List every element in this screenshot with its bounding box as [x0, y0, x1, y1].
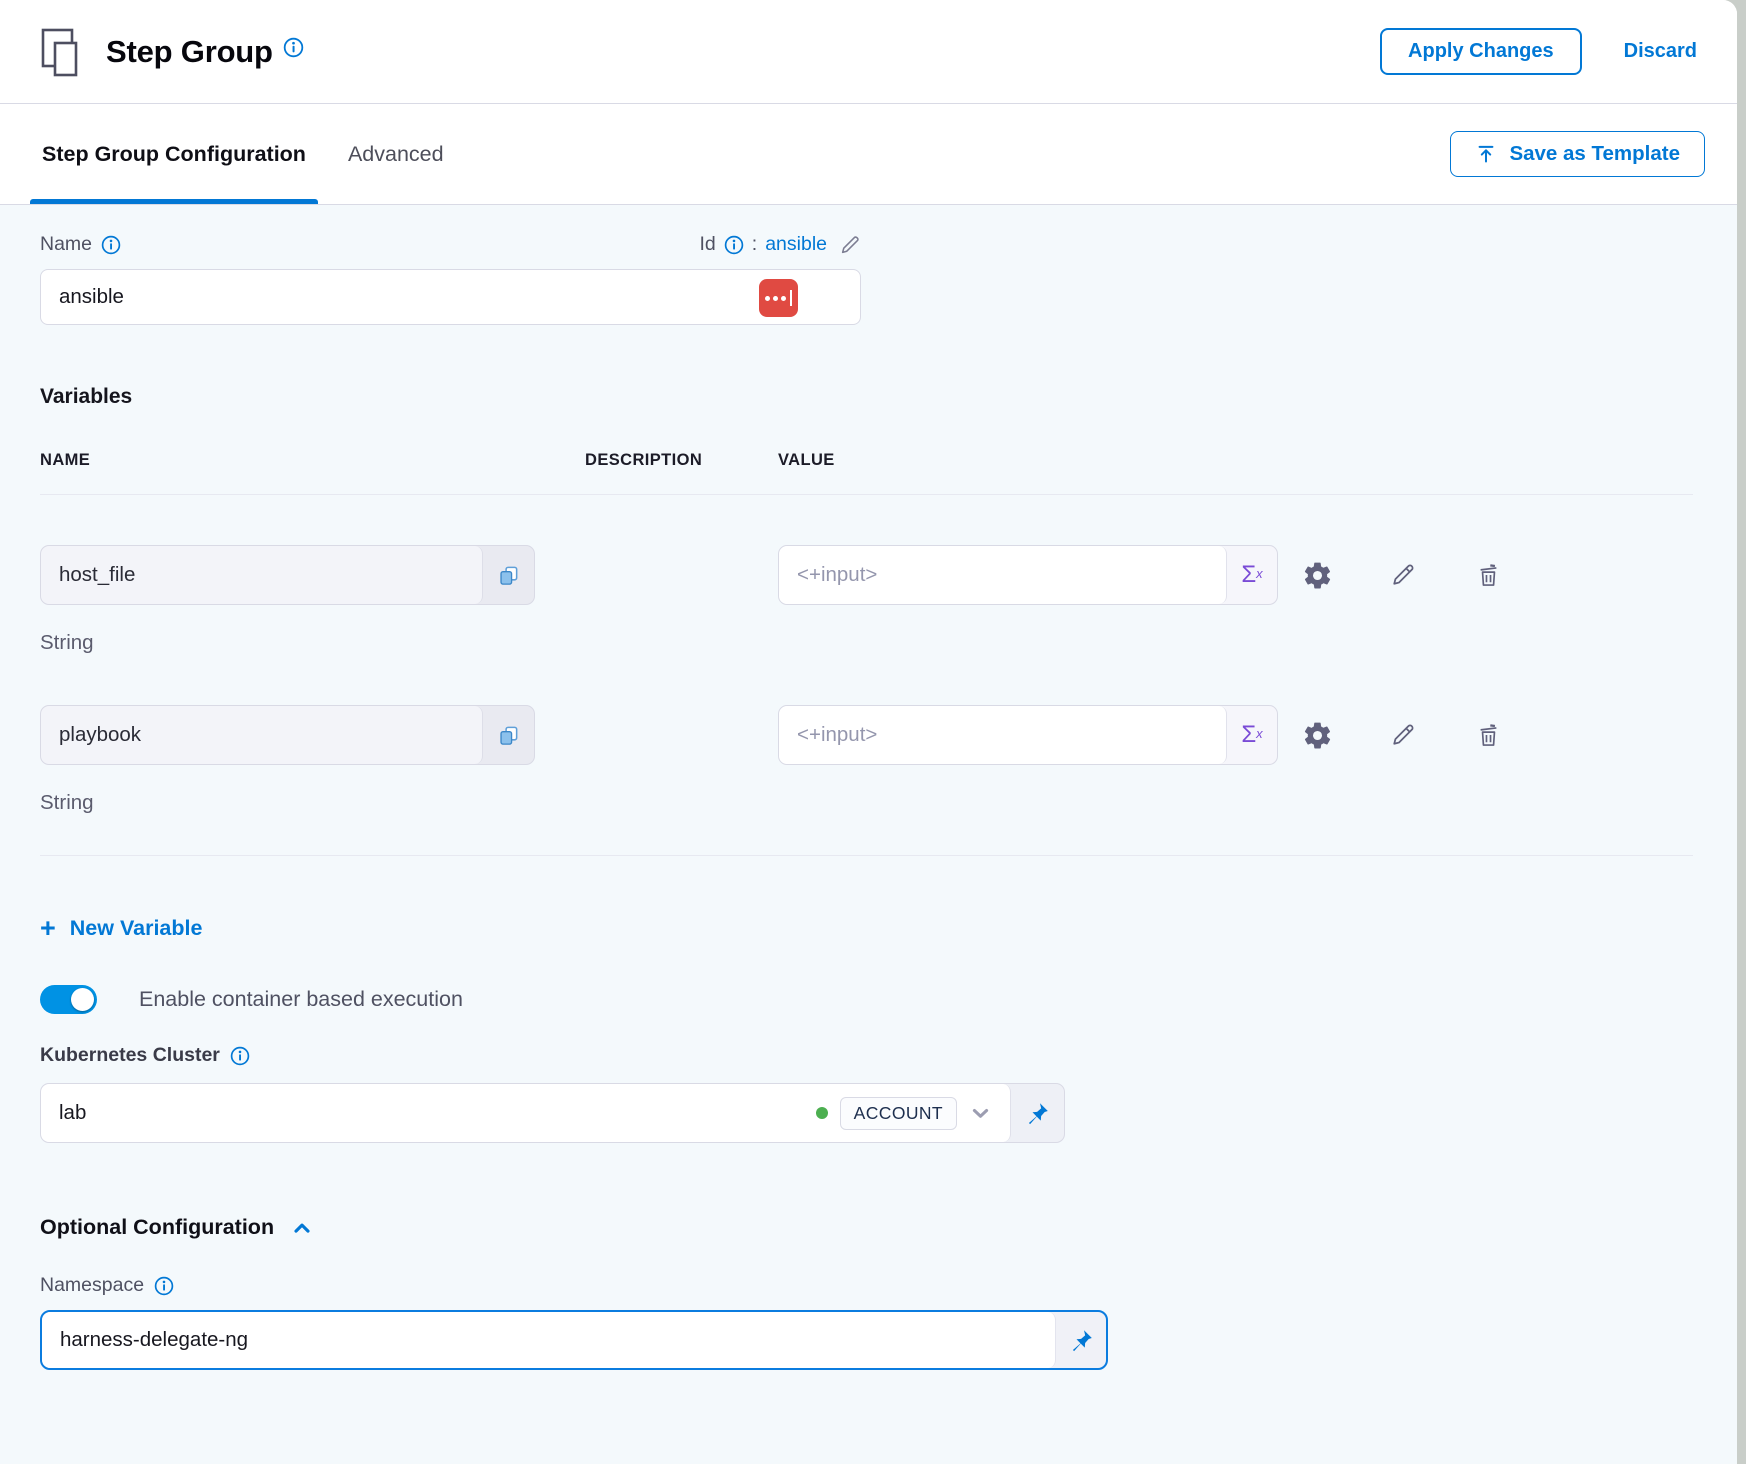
name-label-row: Name	[40, 233, 121, 256]
new-variable-button[interactable]: + New Variable	[40, 916, 202, 941]
step-group-drawer: Step Group Apply Changes Discard Step Gr…	[0, 0, 1737, 1464]
variable-row-host-file: Σx	[40, 545, 1697, 605]
delete-variable-icon[interactable]	[1475, 722, 1502, 749]
settings-gear-icon[interactable]	[1302, 560, 1333, 591]
row-actions	[1278, 720, 1697, 751]
variable-name-input[interactable]	[41, 723, 482, 747]
copy-icon[interactable]	[483, 546, 534, 604]
variables-title: Variables	[40, 385, 1697, 409]
tab-step-group-configuration[interactable]: Step Group Configuration	[30, 104, 318, 204]
kubernetes-cluster-label-row: Kubernetes Cluster	[40, 1044, 1697, 1067]
edit-variable-icon[interactable]	[1389, 721, 1417, 749]
plus-icon: +	[40, 918, 56, 938]
toggle-knob	[71, 988, 94, 1011]
container-execution-toggle[interactable]	[40, 985, 97, 1014]
name-info-icon[interactable]	[101, 235, 121, 255]
variable-row-playbook: Σx	[40, 705, 1697, 765]
id-separator: :	[752, 233, 757, 256]
optional-configuration-label: Optional Configuration	[40, 1215, 274, 1240]
kubernetes-cluster-info-icon[interactable]	[230, 1046, 250, 1066]
chevron-down-icon[interactable]	[967, 1100, 994, 1127]
variable-value-field: Σx	[778, 545, 1278, 605]
connector-status-dot	[816, 1107, 828, 1119]
variable-name-field	[40, 545, 535, 605]
container-execution-row: Enable container based execution	[40, 985, 1697, 1014]
namespace-field	[40, 1310, 1108, 1370]
name-input[interactable]	[41, 285, 860, 309]
divider	[40, 855, 1693, 856]
id-value: ansible	[765, 233, 827, 256]
kubernetes-cluster-label: Kubernetes Cluster	[40, 1044, 220, 1067]
password-manager-icon[interactable]	[759, 279, 798, 317]
id-label: Id	[700, 233, 716, 256]
divider	[40, 494, 1693, 495]
namespace-info-icon[interactable]	[154, 1276, 174, 1296]
expression-sigma-icon[interactable]: Σx	[1227, 706, 1277, 764]
apply-changes-button[interactable]: Apply Changes	[1380, 28, 1582, 75]
id-info-icon[interactable]	[724, 235, 744, 255]
tab-bar: Step Group Configuration Advanced Save a…	[0, 104, 1737, 205]
variable-name-input[interactable]	[41, 563, 482, 587]
column-header-value: VALUE	[778, 451, 1278, 470]
save-as-template-label: Save as Template	[1509, 142, 1680, 166]
fixed-value-pin-icon[interactable]	[1011, 1084, 1064, 1142]
step-group-configuration-panel: Name Id : ansible	[0, 205, 1737, 1464]
step-group-info-icon[interactable]	[283, 37, 304, 58]
namespace-label: Namespace	[40, 1274, 144, 1297]
kubernetes-cluster-field: ACCOUNT	[40, 1083, 1065, 1143]
new-variable-label: New Variable	[70, 916, 203, 941]
chevron-up-icon	[290, 1216, 314, 1240]
id-row: Id : ansible	[700, 233, 861, 256]
settings-gear-icon[interactable]	[1302, 720, 1333, 751]
namespace-input[interactable]	[42, 1328, 1055, 1352]
variable-type: String	[40, 631, 1697, 655]
edit-variable-icon[interactable]	[1389, 561, 1417, 589]
variable-name-field	[40, 705, 535, 765]
namespace-label-row: Namespace	[40, 1274, 1697, 1297]
variable-value-input[interactable]	[779, 563, 1226, 587]
kubernetes-cluster-input[interactable]	[59, 1101, 816, 1125]
expression-sigma-icon[interactable]: Σx	[1227, 546, 1277, 604]
step-group-icon	[40, 26, 88, 78]
delete-variable-icon[interactable]	[1475, 562, 1502, 589]
variables-header-row: NAME DESCRIPTION VALUE	[40, 451, 1697, 470]
save-as-template-button[interactable]: Save as Template	[1450, 131, 1705, 177]
fixed-value-pin-icon[interactable]	[1056, 1312, 1106, 1368]
page-title: Step Group	[106, 34, 273, 70]
container-execution-label: Enable container based execution	[139, 987, 463, 1012]
column-header-description: DESCRIPTION	[585, 451, 778, 470]
variable-value-input[interactable]	[779, 723, 1226, 747]
variable-value-field: Σx	[778, 705, 1278, 765]
drawer-header: Step Group Apply Changes Discard	[0, 0, 1737, 104]
edit-id-icon[interactable]	[839, 234, 861, 256]
name-label: Name	[40, 233, 92, 256]
discard-button[interactable]: Discard	[1624, 40, 1697, 63]
variable-type: String	[40, 791, 1697, 815]
name-section: Name Id : ansible	[40, 233, 861, 325]
column-header-name: NAME	[40, 451, 585, 470]
optional-configuration-header[interactable]: Optional Configuration	[40, 1215, 1697, 1240]
row-actions	[1278, 560, 1697, 591]
copy-icon[interactable]	[483, 706, 534, 764]
upload-icon	[1475, 143, 1497, 165]
name-input-wrapper	[40, 269, 861, 325]
header-actions: Apply Changes Discard	[1380, 28, 1697, 75]
tab-advanced[interactable]: Advanced	[336, 104, 456, 204]
scope-badge: ACCOUNT	[840, 1097, 957, 1130]
